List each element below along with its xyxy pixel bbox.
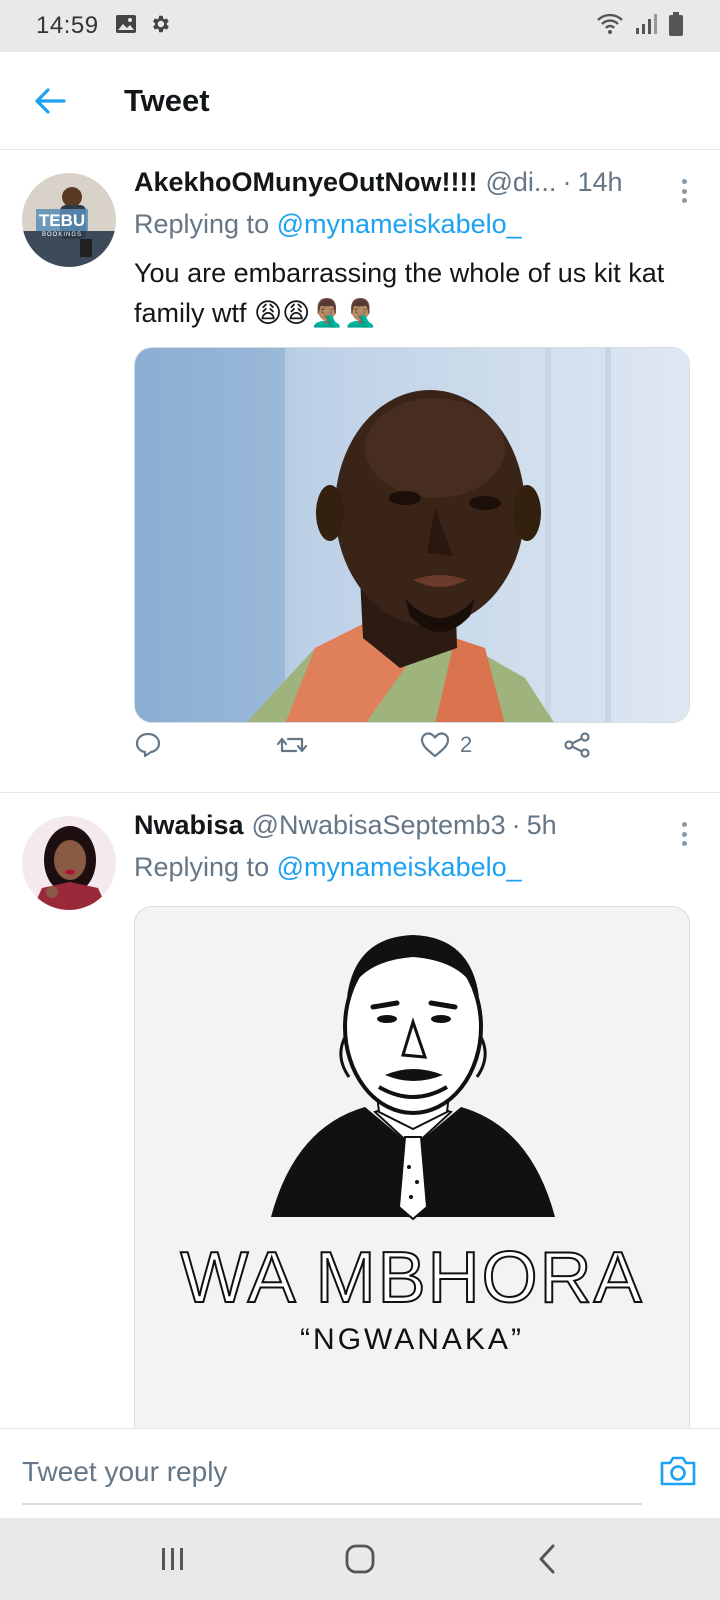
display-name[interactable]: Nwabisa xyxy=(134,810,244,841)
camera-icon xyxy=(660,1456,696,1486)
tweet-header: Tweet xyxy=(0,52,720,150)
status-notification-icons xyxy=(115,13,171,40)
status-system-icons xyxy=(596,11,684,41)
avatar-logo-subtext: BOOKINGS xyxy=(42,232,82,238)
tweet-photo[interactable] xyxy=(134,347,690,723)
retweet-button[interactable] xyxy=(276,731,420,759)
mention-link[interactable]: @mynameiskabelo_ xyxy=(277,852,522,882)
reply-button[interactable] xyxy=(134,731,276,759)
home-icon xyxy=(345,1544,375,1574)
tweet-body: Nwabisa @NwabisaSeptemb3 · 5h Replying t… xyxy=(134,810,698,1428)
wifi-icon xyxy=(596,13,624,40)
status-time: 14:59 xyxy=(36,12,99,39)
back-icon xyxy=(539,1544,555,1574)
reply-icon xyxy=(135,732,161,758)
like-button[interactable]: 2 xyxy=(420,731,562,759)
arrow-left-icon xyxy=(35,87,66,114)
tweet-body: AkekhoOMunyeOutNow!!!! @di... · 14h Repl… xyxy=(134,167,698,723)
avatar[interactable] xyxy=(22,816,116,910)
tweet-item[interactable]: TEBU BOOKINGS AkekhoOMunyeOutNow!!!! @di… xyxy=(0,151,720,793)
tweet-time: 14h xyxy=(577,167,623,197)
tweet-author-line: Nwabisa @NwabisaSeptemb3 · 5h xyxy=(134,810,698,848)
battery-icon xyxy=(668,11,684,41)
tweet-time: 5h xyxy=(526,810,557,840)
home-button[interactable] xyxy=(330,1529,390,1589)
recents-icon xyxy=(162,1548,184,1570)
tweet-actions: 2 xyxy=(134,723,614,767)
system-navigation-bar xyxy=(0,1518,720,1600)
retweet-icon xyxy=(276,737,308,753)
gear-icon xyxy=(149,13,171,40)
user-handle[interactable]: @di... xyxy=(486,167,557,198)
nav-back-button[interactable] xyxy=(517,1529,577,1589)
avatar-logo-text: TEBU xyxy=(39,211,85,230)
display-name[interactable]: AkekhoOMunyeOutNow!!!! xyxy=(134,167,478,198)
mention-link[interactable]: @mynameiskabelo_ xyxy=(277,209,522,239)
share-button[interactable] xyxy=(562,731,602,759)
image-subtitle-text: “NGWANAKA” xyxy=(300,1323,524,1356)
replying-to-label: Replying to xyxy=(134,209,270,239)
back-button[interactable] xyxy=(24,75,76,127)
reply-input[interactable] xyxy=(22,1441,642,1505)
share-icon xyxy=(564,732,590,758)
separator-dot: · xyxy=(511,810,521,840)
user-handle[interactable]: @NwabisaSeptemb3 xyxy=(252,810,506,841)
signal-icon xyxy=(634,13,658,40)
like-count: 2 xyxy=(460,732,473,757)
camera-button[interactable] xyxy=(658,1451,698,1491)
status-bar: 14:59 xyxy=(0,0,720,52)
recents-button[interactable] xyxy=(143,1529,203,1589)
image-icon xyxy=(115,14,137,39)
tweet-photo[interactable]: WA MBHORA “NGWANAKA” xyxy=(134,906,690,1428)
heart-icon xyxy=(420,732,450,758)
tweet-author-line: AkekhoOMunyeOutNow!!!! @di... · 14h xyxy=(134,167,698,205)
tweet-item[interactable]: Nwabisa @NwabisaSeptemb3 · 5h Replying t… xyxy=(0,794,720,1428)
more-options-button[interactable] xyxy=(670,818,698,850)
image-title-text: WA MBHORA xyxy=(179,1237,644,1319)
replying-to-line: Replying to @mynameiskabelo_ xyxy=(134,852,698,892)
replying-to-line: Replying to @mynameiskabelo_ xyxy=(134,209,698,249)
replying-to-label: Replying to xyxy=(134,852,270,882)
avatar[interactable]: TEBU BOOKINGS xyxy=(22,173,116,267)
more-options-button[interactable] xyxy=(670,175,698,207)
reply-composer xyxy=(0,1428,720,1518)
page-title: Tweet xyxy=(124,82,210,118)
tweet-text: You are embarrassing the whole of us kit… xyxy=(134,258,665,328)
separator-dot: · xyxy=(562,167,572,197)
